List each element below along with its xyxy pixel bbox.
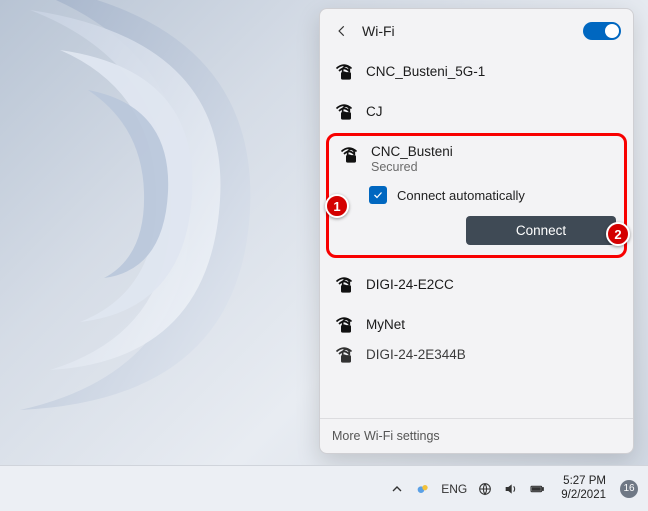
taskbar: ENG 5:27 PM 9/2/2021 16 xyxy=(0,465,648,511)
network-name: MyNet xyxy=(366,317,405,332)
wifi-secured-icon xyxy=(334,344,354,364)
selected-network-status: Secured xyxy=(371,160,453,174)
battery-tray-icon[interactable] xyxy=(529,481,545,497)
network-name: CNC_Busteni_5G-1 xyxy=(366,64,485,79)
network-item[interactable]: MyNet xyxy=(324,304,629,344)
network-item[interactable]: DIGI-24-2E344B xyxy=(324,344,629,364)
wifi-panel-header: Wi-Fi xyxy=(320,9,633,49)
connect-button[interactable]: Connect xyxy=(466,216,616,245)
auto-connect-checkbox[interactable] xyxy=(369,186,387,204)
clock-time: 5:27 PM xyxy=(561,475,606,488)
taskbar-clock[interactable]: 5:27 PM 9/2/2021 xyxy=(561,475,606,501)
network-list: CNC_Busteni_5G-1 CJ xyxy=(320,49,633,418)
wifi-flyout-panel: Wi-Fi CNC_Busteni_5G-1 xyxy=(319,8,634,454)
auto-connect-label: Connect automatically xyxy=(397,188,525,203)
annotation-callout-1: 1 xyxy=(325,194,349,218)
auto-connect-row[interactable]: Connect automatically xyxy=(335,180,618,206)
network-name: DIGI-24-2E344B xyxy=(366,347,466,362)
back-button[interactable] xyxy=(330,19,354,43)
network-item[interactable]: DIGI-24-E2CC xyxy=(324,264,629,304)
network-name: CJ xyxy=(366,104,383,119)
wallpaper-swirl xyxy=(0,0,320,430)
wifi-secured-icon xyxy=(334,101,354,121)
selected-network-header[interactable]: CNC_Busteni Secured xyxy=(335,140,618,180)
wifi-secured-icon xyxy=(334,274,354,294)
selected-network-name: CNC_Busteni xyxy=(371,144,453,159)
weather-icon[interactable] xyxy=(415,481,431,497)
wifi-secured-icon xyxy=(339,144,359,164)
annotation-callout-2: 2 xyxy=(606,222,630,246)
more-wifi-settings[interactable]: More Wi-Fi settings xyxy=(320,418,633,453)
clock-date: 9/2/2021 xyxy=(561,489,606,502)
language-indicator[interactable]: ENG xyxy=(441,482,467,496)
network-item[interactable]: CJ xyxy=(324,91,629,131)
network-tray-icon[interactable] xyxy=(477,481,493,497)
volume-tray-icon[interactable] xyxy=(503,481,519,497)
notification-count-badge[interactable]: 16 xyxy=(620,480,638,498)
desktop-screen: Wi-Fi CNC_Busteni_5G-1 xyxy=(0,0,648,511)
network-name: DIGI-24-E2CC xyxy=(366,277,454,292)
network-item[interactable]: CNC_Busteni_5G-1 xyxy=(324,51,629,91)
panel-title: Wi-Fi xyxy=(362,23,575,39)
selected-network-block: CNC_Busteni Secured Connect automaticall… xyxy=(326,133,627,258)
system-tray: ENG 5:27 PM 9/2/2021 16 xyxy=(389,475,638,501)
tray-overflow-icon[interactable] xyxy=(389,481,405,497)
wifi-toggle[interactable] xyxy=(583,22,621,40)
wifi-secured-icon xyxy=(334,61,354,81)
wifi-secured-icon xyxy=(334,314,354,334)
